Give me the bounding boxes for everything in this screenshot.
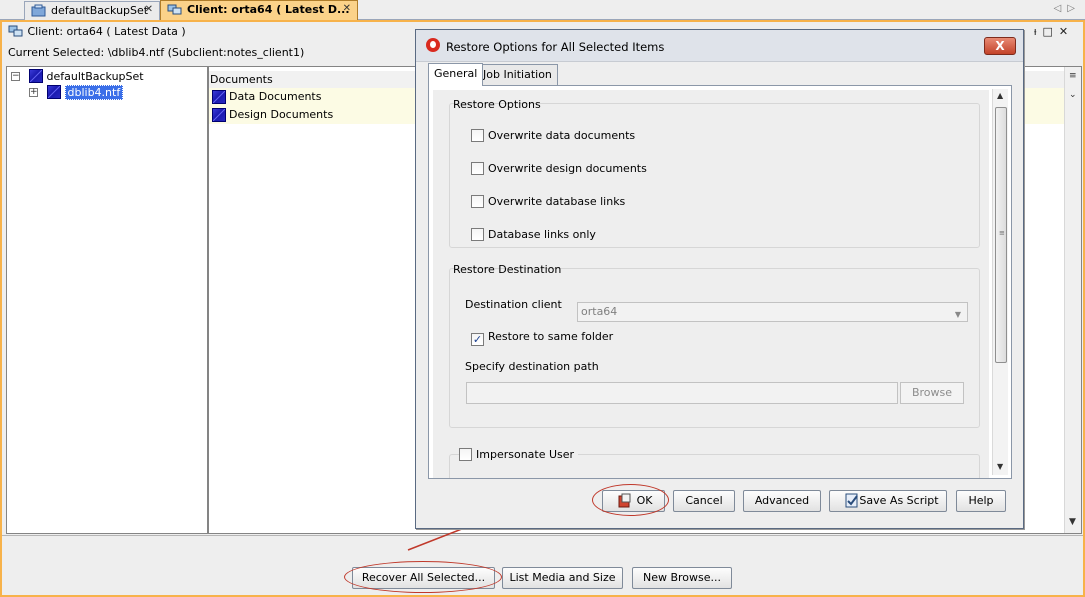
new-browse-button[interactable]: New Browse... bbox=[632, 567, 732, 589]
destination-client-label: Destination client bbox=[465, 298, 562, 311]
chevron-down-icon[interactable]: ⌄ bbox=[1069, 90, 1077, 100]
restore-options-title: Restore Options bbox=[453, 98, 541, 111]
tab-strip: defaultBackupSet ✕ Client: orta64 ( Late… bbox=[0, 0, 1085, 20]
list-media-size-button[interactable]: List Media and Size bbox=[502, 567, 623, 589]
client-icon bbox=[8, 25, 23, 37]
overwrite-db-links-checkbox[interactable]: Overwrite database links bbox=[471, 195, 625, 211]
checkbox-label: Impersonate User bbox=[476, 448, 575, 461]
chevron-down-icon: ▼ bbox=[954, 310, 961, 319]
impersonate-user-checkbox[interactable]: Impersonate User bbox=[459, 448, 579, 464]
client-label: Client: orta64 ( Latest Data ) bbox=[27, 25, 186, 38]
document-icon bbox=[212, 108, 226, 122]
script-icon bbox=[845, 493, 858, 508]
document-icon bbox=[212, 90, 226, 104]
window-controls[interactable]: ᵼ□✕ bbox=[1034, 25, 1074, 38]
checkbox-box[interactable] bbox=[471, 228, 484, 241]
tab-scroll-arrows[interactable]: ◁▷ bbox=[1054, 3, 1081, 14]
destination-path-field[interactable] bbox=[466, 382, 898, 404]
client-header: Client: orta64 ( Latest Data ) bbox=[8, 24, 186, 38]
destination-path-label: Specify destination path bbox=[465, 360, 599, 373]
restore-destination-group bbox=[449, 268, 980, 428]
restore-options-dialog[interactable]: Restore Options for All Selected Items X… bbox=[415, 29, 1024, 529]
overwrite-design-docs-checkbox[interactable]: Overwrite design documents bbox=[471, 162, 647, 178]
close-icon[interactable]: ✕ bbox=[1059, 25, 1074, 38]
scrollbar-thumb[interactable]: ≡ bbox=[995, 107, 1007, 363]
restore-icon[interactable]: □ bbox=[1042, 25, 1058, 38]
grip-icon: ≡ bbox=[999, 229, 1005, 237]
scroll-up-icon[interactable]: ▲ bbox=[997, 91, 1003, 100]
annotation-oval bbox=[592, 484, 669, 516]
checkbox-label: Overwrite design documents bbox=[488, 162, 647, 175]
checkbox-label: Overwrite data documents bbox=[488, 129, 636, 142]
tab-client[interactable]: Client: orta64 ( Latest D... ✕ bbox=[160, 0, 358, 20]
checkbox-label: Restore to same folder bbox=[488, 330, 614, 343]
client-icon bbox=[167, 4, 182, 15]
checkbox-box[interactable] bbox=[471, 129, 484, 142]
checkbox-box[interactable] bbox=[471, 195, 484, 208]
tab-close-icon[interactable]: ✕ bbox=[145, 4, 153, 15]
browse-tree[interactable]: − defaultBackupSet + dblib4.ntf bbox=[6, 66, 208, 534]
dialog-close-button[interactable]: X bbox=[984, 37, 1016, 55]
checkbox-label: Database links only bbox=[488, 228, 596, 241]
options-scroll-area: Restore Options Overwrite data documents… bbox=[429, 86, 995, 478]
tab-label: Client: orta64 ( Latest D... bbox=[187, 3, 350, 16]
annotation-oval bbox=[344, 561, 502, 593]
checkbox-label: Overwrite database links bbox=[488, 195, 626, 208]
list-item-label: Design Documents bbox=[229, 108, 334, 121]
dialog-tabs: General Job Initiation bbox=[428, 63, 1018, 86]
checkbox-box[interactable] bbox=[471, 333, 484, 346]
help-button[interactable]: Help bbox=[956, 490, 1006, 512]
restore-same-folder-checkbox[interactable]: Restore to same folder bbox=[471, 330, 613, 346]
tab-general[interactable]: General bbox=[428, 63, 484, 86]
scroll-down-icon[interactable]: ▼ bbox=[1069, 517, 1076, 527]
backupset-icon bbox=[31, 4, 46, 17]
scroll-down-icon[interactable]: ▼ bbox=[997, 462, 1003, 471]
db-links-only-checkbox[interactable]: Database links only bbox=[471, 228, 596, 244]
collapse-icon[interactable]: − bbox=[11, 72, 20, 81]
cancel-button[interactable]: Cancel bbox=[673, 490, 735, 512]
tab-job-initiation[interactable]: Job Initiation bbox=[477, 64, 558, 85]
dialog-title: Restore Options for All Selected Items bbox=[446, 40, 665, 54]
checkbox-box[interactable] bbox=[471, 162, 484, 175]
browse-button[interactable]: Browse bbox=[900, 382, 964, 404]
destination-client-select[interactable]: orta64 ▼ bbox=[577, 302, 968, 322]
column-chooser-icon[interactable]: ≡ bbox=[1069, 71, 1077, 81]
app-logo-icon bbox=[426, 38, 440, 52]
database-icon bbox=[29, 69, 43, 83]
general-tab-panel: Restore Options Overwrite data documents… bbox=[428, 85, 1012, 479]
expand-icon[interactable]: + bbox=[29, 88, 38, 97]
tab-label: defaultBackupSet bbox=[51, 4, 149, 17]
checkbox-box[interactable] bbox=[459, 448, 472, 461]
tab-default-backup-set[interactable]: defaultBackupSet ✕ bbox=[24, 1, 160, 20]
options-scrollbar[interactable]: ▲ ≡ ▼ bbox=[992, 89, 1008, 475]
tab-close-icon[interactable]: ✕ bbox=[343, 3, 351, 14]
save-as-script-button[interactable]: Save As Script bbox=[829, 490, 947, 512]
tree-node-label: defaultBackupSet bbox=[46, 70, 144, 83]
current-selected: Current Selected: \dblib4.ntf (Subclient… bbox=[8, 46, 305, 59]
database-icon bbox=[47, 85, 61, 99]
destination-client-value: orta64 bbox=[581, 305, 618, 318]
advanced-button[interactable]: Advanced bbox=[743, 490, 821, 512]
list-scrollbar[interactable]: ≡ ⌄ ▼ bbox=[1064, 67, 1081, 533]
restore-destination-title: Restore Destination bbox=[453, 263, 562, 276]
list-item-label: Data Documents bbox=[229, 90, 322, 103]
tree-node-label: dblib4.ntf bbox=[64, 85, 124, 100]
overwrite-data-docs-checkbox[interactable]: Overwrite data documents bbox=[471, 129, 635, 145]
